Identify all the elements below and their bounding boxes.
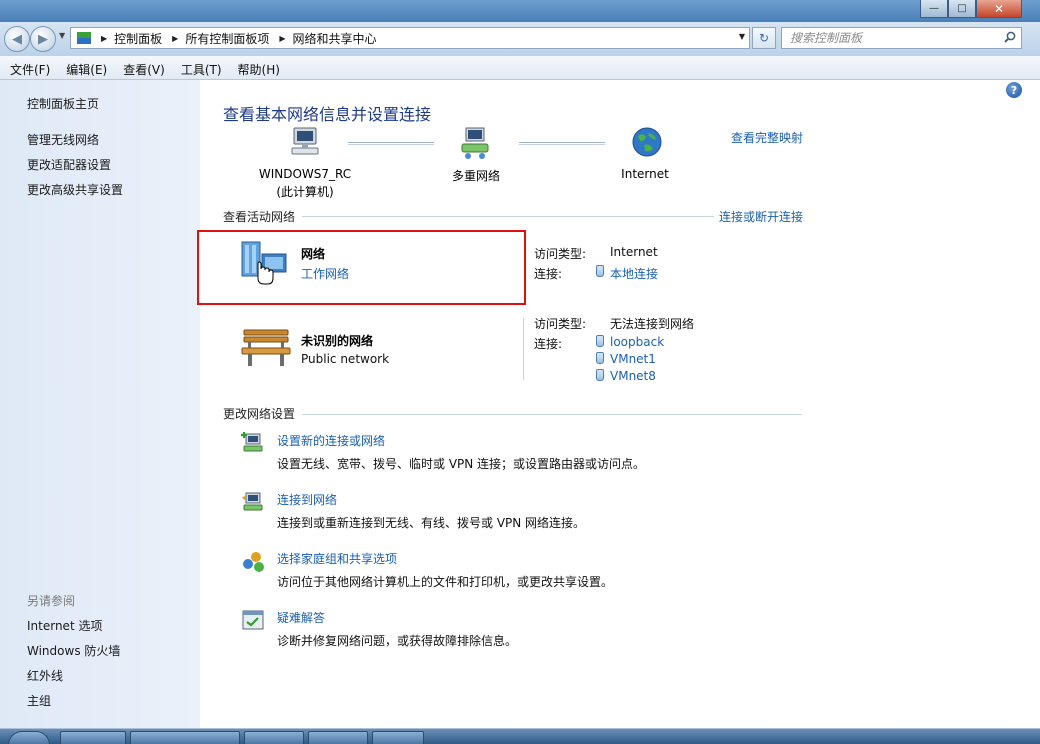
sidebar-item-firewall[interactable]: Windows 防火墙: [27, 642, 120, 659]
address-toolbar: ◀ ▶ ▼ ▶ 控制面板 ▶ 所有控制面板项 ▶ 网络和共享中心 ▼ ↻: [0, 22, 1040, 56]
menu-file[interactable]: 文件(F): [0, 56, 56, 79]
troubleshoot-link[interactable]: 疑难解答: [277, 609, 325, 626]
title-bar: — □ ✕: [0, 0, 1040, 22]
homegroup-link[interactable]: 选择家庭组和共享选项: [277, 550, 397, 567]
connect-network-link[interactable]: 连接到网络: [277, 491, 337, 508]
connections-label: 连接:: [534, 337, 563, 351]
menu-view[interactable]: 查看(V): [113, 56, 171, 79]
globe-icon: [632, 127, 662, 157]
menu-bar: 文件(F) 编辑(E) 查看(V) 工具(T) 帮助(H): [0, 56, 1040, 80]
connection-link-vmnet1[interactable]: VMnet1: [610, 352, 656, 366]
connection-plug-icon: [596, 335, 604, 347]
connections-label: 连接:: [534, 267, 563, 281]
vertical-divider: [523, 318, 524, 380]
multiple-networks-icon: [461, 127, 489, 159]
active-networks-header: 查看活动网络: [223, 210, 296, 224]
map-link-line: [519, 142, 605, 145]
control-panel-icon: [77, 32, 91, 44]
menu-tools[interactable]: 工具(T): [171, 56, 228, 79]
search-box: [781, 27, 1022, 49]
work-network-icon[interactable]: [238, 240, 290, 286]
computer-sub: (此计算机): [276, 185, 334, 199]
connection-link-local[interactable]: 本地连接: [610, 265, 658, 282]
taskbar-item[interactable]: [308, 731, 368, 744]
troubleshoot-icon: [242, 610, 264, 630]
breadcrumb-all-items[interactable]: 所有控制面板项: [185, 30, 269, 47]
taskbar-item[interactable]: [130, 731, 240, 744]
sidebar-item-homegroup[interactable]: 主组: [27, 692, 51, 709]
sidebar-item-advanced-sharing[interactable]: 更改高级共享设置: [27, 181, 123, 198]
breadcrumb-arrow-icon[interactable]: ▶: [101, 34, 107, 43]
setup-connection-link[interactable]: 设置新的连接或网络: [277, 432, 385, 449]
breadcrumb-control-panel[interactable]: 控制面板: [114, 30, 162, 47]
connection-plug-icon: [596, 265, 604, 277]
sidebar-item-adapter[interactable]: 更改适配器设置: [27, 156, 111, 173]
computer-name: WINDOWS7_RC: [258, 167, 352, 181]
network-name: 网络: [301, 247, 326, 261]
page-title: 查看基本网络信息并设置连接: [223, 105, 432, 124]
recent-pages-dropdown-icon[interactable]: ▼: [59, 31, 65, 40]
back-icon: ◀: [12, 31, 22, 47]
breadcrumb-arrow-icon[interactable]: ▶: [172, 34, 178, 43]
unidentified-network-name: 未识别的网络: [301, 334, 374, 348]
network-type-link[interactable]: 工作网络: [301, 265, 349, 282]
forward-button[interactable]: ▶: [30, 26, 56, 52]
map-link-line: [348, 142, 434, 145]
access-type-value: 无法连接到网络: [610, 317, 695, 331]
taskbar-item[interactable]: [244, 731, 304, 744]
access-type-value: Internet: [610, 245, 658, 259]
homegroup-desc: 访问位于其他网络计算机上的文件和打印机，或更改共享设置。: [277, 575, 614, 589]
forward-icon: ▶: [38, 31, 48, 47]
sidebar-item-infrared[interactable]: 红外线: [27, 667, 63, 684]
refresh-button[interactable]: ↻: [752, 27, 776, 49]
help-icon[interactable]: ?: [1006, 82, 1022, 98]
maximize-button[interactable]: □: [948, 0, 976, 18]
change-settings-header: 更改网络设置: [223, 407, 296, 421]
network-type-public: Public network: [301, 352, 390, 366]
connection-link-loopback[interactable]: loopback: [610, 335, 664, 349]
search-icon[interactable]: [1004, 31, 1016, 43]
new-connection-icon: [241, 432, 263, 452]
connection-plug-icon: [596, 352, 604, 364]
breadcrumb-arrow-icon[interactable]: ▶: [279, 34, 285, 43]
map-internet-label: Internet: [621, 167, 669, 181]
troubleshoot-desc: 诊断并修复网络问题，或获得故障排除信息。: [277, 634, 518, 648]
start-button[interactable]: [8, 731, 50, 744]
address-dropdown-icon[interactable]: ▼: [739, 32, 745, 41]
map-computer-label: WINDOWS7_RC (此计算机): [255, 167, 355, 200]
access-type-label: 访问类型:: [534, 247, 587, 261]
address-box[interactable]: ▶ 控制面板 ▶ 所有控制面板项 ▶ 网络和共享中心 ▼: [70, 27, 750, 49]
taskbar-item[interactable]: [60, 731, 126, 744]
connection-plug-icon: [596, 369, 604, 381]
search-input[interactable]: [790, 28, 990, 48]
map-multiple-label: 多重网络: [451, 169, 500, 183]
view-full-map-link[interactable]: 查看完整映射: [731, 129, 803, 146]
close-button[interactable]: ✕: [976, 0, 1022, 18]
setup-connection-desc: 设置无线、宽带、拨号、临时或 VPN 连接；或设置路由器或访问点。: [277, 457, 646, 471]
sidebar-item-internet-options[interactable]: Internet 选项: [27, 617, 102, 634]
section-divider: [302, 414, 802, 415]
breadcrumb-network-center[interactable]: 网络和共享中心: [293, 30, 377, 47]
park-bench-icon[interactable]: [240, 326, 292, 370]
refresh-icon: ↻: [758, 31, 770, 45]
minimize-button[interactable]: —: [920, 0, 948, 18]
window-controls: — □ ✕: [920, 0, 1022, 18]
connect-network-desc: 连接到或重新连接到无线、有线、拨号或 VPN 网络连接。: [277, 516, 586, 530]
access-type-label: 访问类型:: [534, 317, 587, 331]
homegroup-icon: [243, 552, 264, 572]
taskbar-item[interactable]: [372, 731, 424, 744]
menu-edit[interactable]: 编辑(E): [56, 56, 113, 79]
connect-network-icon: [242, 492, 263, 511]
see-also-header: 另请参阅: [27, 594, 76, 608]
sidebar-item-home[interactable]: 控制面板主页: [27, 95, 99, 112]
section-divider: [302, 216, 714, 217]
connect-disconnect-link[interactable]: 连接或断开连接: [719, 208, 803, 225]
back-button[interactable]: ◀: [4, 26, 30, 52]
sidebar-item-wireless[interactable]: 管理无线网络: [27, 131, 99, 148]
computer-icon: [291, 127, 319, 155]
menu-help[interactable]: 帮助(H): [228, 56, 286, 79]
taskbar: [0, 728, 1040, 744]
connection-link-vmnet8[interactable]: VMnet8: [610, 369, 656, 383]
